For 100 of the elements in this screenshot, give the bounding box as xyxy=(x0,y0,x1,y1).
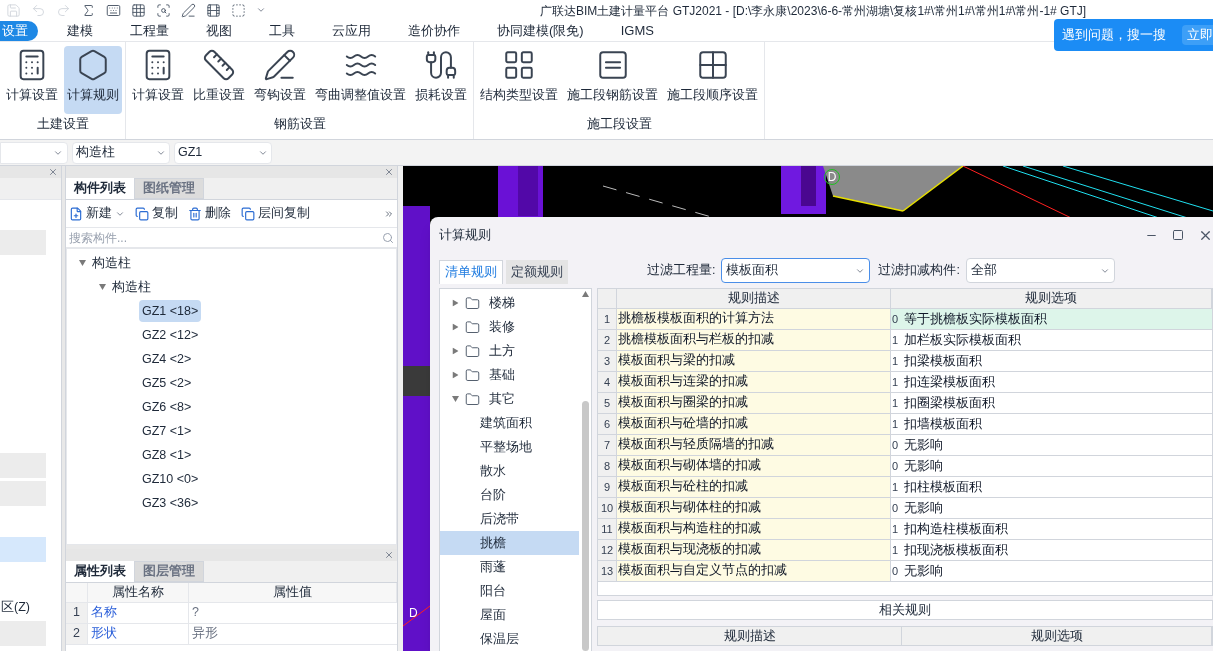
tree-item[interactable]: 基础 xyxy=(489,365,515,385)
new-file-icon xyxy=(69,206,83,221)
table-cell: 模板面积与构造柱的扣减 xyxy=(617,519,891,539)
option-code: 0 xyxy=(892,311,899,327)
panel-tab[interactable]: 图层管理 xyxy=(134,561,204,582)
tree-item[interactable]: GZ5 <2> xyxy=(139,371,195,395)
folder-icon xyxy=(465,343,480,359)
tree-item[interactable]: 屋面 xyxy=(440,603,579,627)
close-icon[interactable] xyxy=(384,550,394,560)
table-cell: 模板面积与砼柱的扣减 xyxy=(617,477,891,497)
row-number: 12 xyxy=(598,540,617,560)
expand-arrow-icon[interactable] xyxy=(452,323,459,331)
maximize-icon[interactable] xyxy=(1172,229,1184,241)
tree-item[interactable]: GZ8 <1> xyxy=(139,443,195,467)
scroll-up-icon[interactable] xyxy=(581,291,589,297)
toolbar-button[interactable]: 复制 xyxy=(135,204,178,223)
ribbon-group-label: 施工段设置 xyxy=(585,116,653,133)
scan-icon[interactable] xyxy=(156,2,171,18)
ribbon-button[interactable]: 损耗设置 xyxy=(412,46,470,114)
menu-tab[interactable]: 云应用 xyxy=(319,20,384,41)
ribbon-button[interactable]: 弯钩设置 xyxy=(251,46,309,114)
option-text: 扣柱模板面积 xyxy=(904,478,983,496)
dropdown[interactable]: 全部 xyxy=(965,258,1115,283)
keyboard-icon[interactable] xyxy=(106,2,121,18)
ribbon-icon xyxy=(424,48,458,82)
expand-arrow-icon[interactable] xyxy=(452,347,459,355)
tree-item[interactable]: 台阶 xyxy=(440,483,579,507)
ribbon-button[interactable]: 弯曲调整值设置 xyxy=(312,46,409,114)
search-field[interactable]: 搜索构件... xyxy=(69,228,382,247)
tree-item[interactable]: 楼梯 xyxy=(489,293,515,313)
tree-item[interactable]: 雨蓬 xyxy=(440,555,579,579)
dropdown[interactable]: 构造柱 xyxy=(72,141,170,164)
option-text: 无影响 xyxy=(904,436,944,454)
column-header: 属性名称 xyxy=(88,583,189,602)
tree-item[interactable]: GZ6 <8> xyxy=(139,395,195,419)
tree-item[interactable]: GZ4 <2> xyxy=(139,347,195,371)
row-number: 4 xyxy=(598,372,617,392)
tree-item[interactable]: 挑檐 xyxy=(440,531,579,555)
ribbon-button[interactable]: 施工段钢筋设置 xyxy=(564,46,661,114)
dropdown[interactable]: GZ1 xyxy=(174,141,272,164)
tree-item[interactable]: GZ7 <1> xyxy=(139,419,195,443)
tree-item[interactable]: 阳台 xyxy=(440,579,579,603)
menu-tab[interactable]: 工具 xyxy=(256,20,308,41)
tree-item[interactable]: GZ3 <36> xyxy=(139,491,202,515)
dialog-tab[interactable]: 清单规则 xyxy=(439,260,503,284)
folder-icon xyxy=(465,295,480,311)
menu-tab[interactable]: 协同建模(限免) xyxy=(484,20,597,41)
dropdown[interactable]: 模板面积 xyxy=(721,258,871,283)
menu-tab[interactable]: 工程量 xyxy=(117,20,182,41)
tree-item[interactable]: 其它 xyxy=(489,389,515,409)
row-number: 9 xyxy=(598,477,617,497)
related-rules-button[interactable]: 相关规则 xyxy=(597,600,1213,620)
tree-item[interactable]: GZ10 <0> xyxy=(139,467,202,491)
frame-icon[interactable] xyxy=(231,2,246,18)
expand-arrow-icon[interactable] xyxy=(452,299,459,307)
row-number: 1 xyxy=(66,603,88,623)
panel-tab[interactable]: 构件列表 xyxy=(66,178,134,199)
panel-tab[interactable]: 属性列表 xyxy=(66,561,134,582)
close-icon[interactable] xyxy=(48,167,58,177)
panel-tab[interactable]: 图纸管理 xyxy=(134,178,204,199)
toolbar-button[interactable]: 新建 xyxy=(69,204,125,223)
menu-tab[interactable]: 视图 xyxy=(193,20,245,41)
tree-item[interactable]: GZ1 <18> xyxy=(139,299,202,323)
tree-item[interactable]: 构造柱 xyxy=(109,275,154,299)
tree-item[interactable]: 散水 xyxy=(440,459,579,483)
toolbar-button[interactable]: 删除 xyxy=(188,204,231,223)
expand-arrow-icon[interactable] xyxy=(452,396,459,402)
ribbon-button[interactable]: 计算规则 xyxy=(64,46,122,114)
menu-tab[interactable]: IGMS xyxy=(607,20,667,41)
film-icon[interactable] xyxy=(206,2,221,18)
ribbon-button[interactable]: 施工段顺序设置 xyxy=(664,46,761,114)
ribbon-button[interactable]: 比重设置 xyxy=(190,46,248,114)
menu-tab[interactable]: 设置 xyxy=(0,20,38,41)
expand-arrow-icon[interactable] xyxy=(99,284,106,290)
tree-item[interactable]: 平整场地 xyxy=(440,435,579,459)
row-number: 10 xyxy=(598,498,617,518)
scrollbar-thumb[interactable] xyxy=(581,401,589,651)
tree-item[interactable]: 土方 xyxy=(489,341,515,361)
pen-icon[interactable] xyxy=(181,2,196,18)
ribbon-button[interactable]: 计算设置 xyxy=(129,46,187,114)
dialog-tab[interactable]: 定额规则 xyxy=(506,260,568,284)
more-icon[interactable] xyxy=(384,208,394,219)
tree-item[interactable]: 后浇带 xyxy=(440,507,579,531)
tree-item[interactable]: 保温层 xyxy=(440,627,579,651)
caret-icon xyxy=(256,5,266,15)
tree-item[interactable]: 建筑面积 xyxy=(440,411,579,435)
expand-arrow-icon[interactable] xyxy=(79,260,86,266)
tree-item[interactable]: GZ2 <12> xyxy=(139,323,202,347)
tree-item[interactable]: 构造柱 xyxy=(89,251,134,275)
grid-icon[interactable] xyxy=(131,2,146,18)
toolbar-button[interactable]: 层间复制 xyxy=(241,204,310,223)
ribbon-button[interactable]: 结构类型设置 xyxy=(477,46,561,114)
ribbon-button[interactable]: 计算设置 xyxy=(3,46,61,114)
sigma-icon[interactable] xyxy=(81,2,96,18)
expand-arrow-icon[interactable] xyxy=(452,371,459,379)
menu-tab[interactable]: 造价协作 xyxy=(395,20,473,41)
close-icon[interactable] xyxy=(384,167,394,177)
option-code: 1 xyxy=(892,374,899,390)
tree-item[interactable]: 装修 xyxy=(489,317,515,337)
menu-tab[interactable]: 建模 xyxy=(54,20,106,41)
